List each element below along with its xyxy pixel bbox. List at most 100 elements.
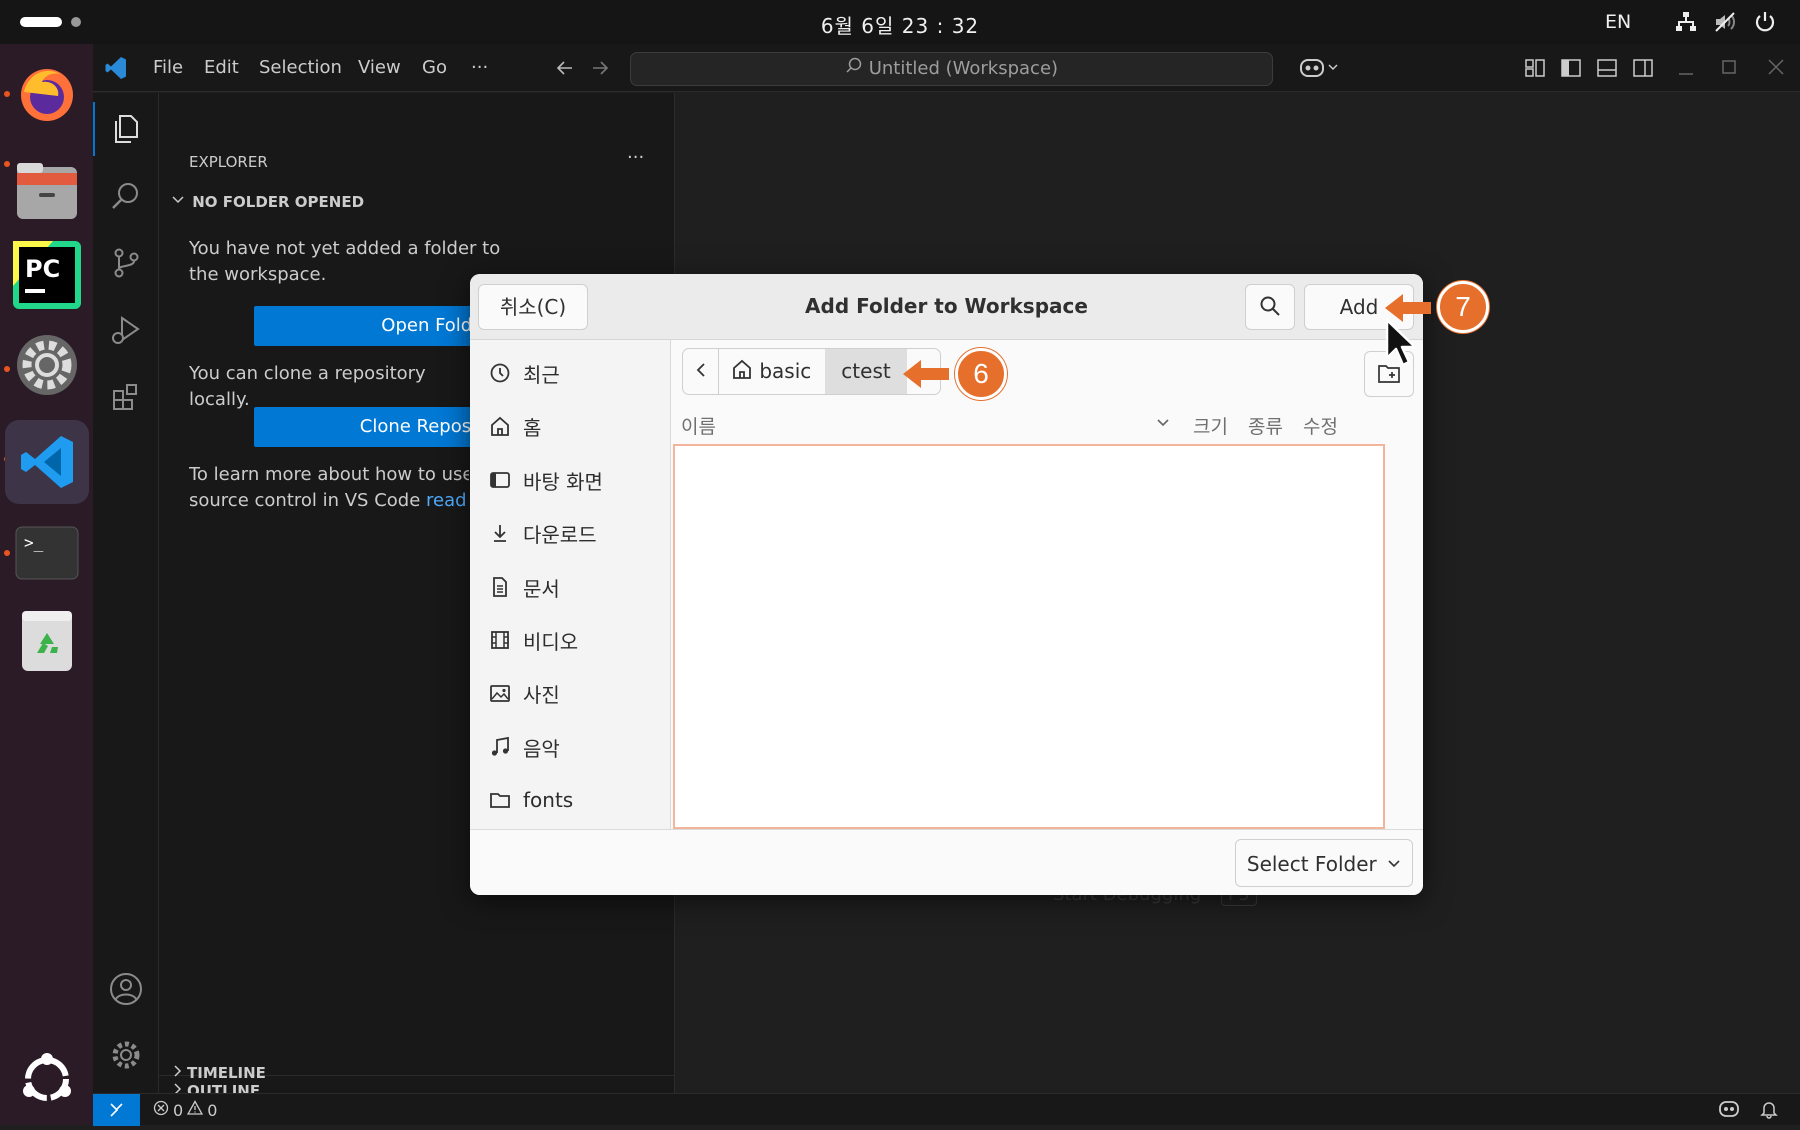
place-music[interactable]: 음악 bbox=[488, 732, 560, 762]
place-label: 문서 bbox=[523, 576, 560, 601]
path-back-button[interactable] bbox=[683, 349, 719, 394]
copilot-icon[interactable] bbox=[1299, 56, 1341, 85]
column-modified[interactable]: 수정 bbox=[1303, 412, 1338, 439]
menu-selection[interactable]: Selection bbox=[259, 57, 342, 78]
place-label: 음악 bbox=[523, 736, 560, 761]
timeline-section[interactable]: TIMELINE bbox=[171, 1064, 266, 1082]
menu-file[interactable]: File bbox=[153, 57, 183, 78]
search-icon bbox=[1259, 296, 1281, 322]
file-list[interactable] bbox=[673, 444, 1385, 829]
show-apps-icon[interactable] bbox=[12, 1044, 82, 1114]
settings-icon[interactable] bbox=[12, 330, 82, 400]
column-name[interactable]: 이름 bbox=[681, 412, 716, 439]
back-arrow-icon[interactable] bbox=[555, 58, 575, 83]
vscode-logo-icon bbox=[104, 56, 128, 85]
place-fonts[interactable]: fonts bbox=[488, 785, 573, 815]
remote-indicator[interactable] bbox=[93, 1094, 140, 1126]
clock[interactable]: 6월 6일 23 : 32 bbox=[0, 10, 1800, 39]
network-icon[interactable] bbox=[1674, 10, 1698, 38]
picture-icon bbox=[488, 681, 512, 705]
power-icon[interactable] bbox=[1753, 10, 1777, 38]
toggle-secondary-sidebar-icon[interactable] bbox=[1633, 58, 1653, 83]
toggle-sidebar-icon[interactable] bbox=[1561, 58, 1581, 83]
input-language[interactable]: EN bbox=[1605, 11, 1631, 33]
forward-arrow-icon[interactable] bbox=[590, 58, 610, 83]
no-folder-section[interactable]: NO FOLDER OPENED bbox=[171, 193, 364, 211]
command-center-label: Untitled (Workspace) bbox=[868, 58, 1059, 79]
filter-select-label: Select Folder bbox=[1246, 852, 1377, 876]
learn-more-line1: To learn more about how to use Gi bbox=[189, 464, 469, 485]
menu-view[interactable]: View bbox=[358, 57, 401, 78]
place-recent[interactable]: 최근 bbox=[488, 358, 560, 388]
chevron-down-icon bbox=[1387, 840, 1401, 886]
chevron-down-icon bbox=[171, 193, 187, 211]
place-desktop[interactable]: 바탕 화면 bbox=[488, 465, 603, 495]
customize-layout-icon[interactable] bbox=[1525, 58, 1545, 83]
video-icon bbox=[488, 628, 512, 652]
menu-more[interactable]: ··· bbox=[471, 57, 488, 78]
annotation-step-6: 6 bbox=[955, 348, 1007, 400]
minimize-icon[interactable] bbox=[1677, 58, 1695, 83]
running-indicator bbox=[4, 161, 10, 167]
running-indicator bbox=[4, 550, 10, 556]
home-icon bbox=[731, 351, 753, 396]
accounts-icon[interactable] bbox=[103, 966, 149, 1012]
vscode-icon[interactable] bbox=[5, 420, 89, 504]
source-control-icon[interactable] bbox=[103, 240, 149, 286]
place-documents[interactable]: 문서 bbox=[488, 572, 560, 602]
places-sidebar: 최근 홈 바탕 화면 다운로드 문서 비디오 사진 음악 fonts bbox=[470, 340, 671, 829]
ubuntu-dock: PC >_ bbox=[0, 44, 93, 1125]
activity-bar bbox=[93, 93, 159, 1093]
title-bar: File Edit Selection View Go ··· Untitled… bbox=[93, 44, 1800, 92]
recent-icon bbox=[488, 361, 512, 385]
download-icon bbox=[488, 521, 512, 545]
column-size[interactable]: 크기 bbox=[1193, 412, 1228, 439]
home-icon bbox=[488, 414, 512, 438]
explorer-more-actions[interactable]: ··· bbox=[627, 147, 644, 168]
extensions-icon[interactable] bbox=[103, 374, 149, 420]
filter-select[interactable]: Select Folder bbox=[1235, 839, 1413, 887]
annotation-step-7: 7 bbox=[1437, 281, 1489, 333]
place-label: 바탕 화면 bbox=[523, 469, 603, 494]
pycharm-icon[interactable]: PC bbox=[12, 240, 82, 310]
maximize-icon[interactable] bbox=[1720, 57, 1738, 82]
place-videos[interactable]: 비디오 bbox=[488, 625, 578, 655]
sort-chevron-down-icon[interactable] bbox=[1155, 414, 1171, 434]
place-pictures[interactable]: 사진 bbox=[488, 678, 560, 708]
run-debug-icon[interactable] bbox=[103, 307, 149, 353]
folder-icon bbox=[488, 788, 512, 812]
running-indicator bbox=[4, 366, 10, 372]
trash-icon[interactable] bbox=[12, 606, 82, 676]
path-crumb-current[interactable]: ctest bbox=[825, 349, 907, 394]
close-icon[interactable] bbox=[1766, 57, 1786, 82]
column-type[interactable]: 종류 bbox=[1248, 412, 1283, 439]
problems-indicator[interactable]: 0 0 bbox=[153, 1100, 217, 1120]
place-label: 사진 bbox=[523, 682, 560, 707]
place-home[interactable]: 홈 bbox=[488, 411, 541, 441]
svg-text:PC: PC bbox=[25, 255, 60, 283]
path-crumb-home[interactable]: basic bbox=[723, 349, 825, 394]
volume-muted-icon[interactable] bbox=[1713, 10, 1737, 38]
clone-message: You can clone a repository locally. bbox=[189, 363, 426, 410]
explorer-icon[interactable] bbox=[103, 106, 149, 152]
annotation-arrow-path bbox=[903, 358, 951, 394]
copilot-status-icon[interactable] bbox=[1718, 1099, 1740, 1123]
notifications-bell-icon[interactable] bbox=[1759, 1099, 1779, 1123]
place-label: 홈 bbox=[523, 415, 542, 440]
place-downloads[interactable]: 다운로드 bbox=[488, 518, 597, 548]
firefox-icon[interactable] bbox=[12, 58, 82, 128]
error-count: 0 bbox=[173, 1100, 184, 1120]
terminal-icon[interactable]: >_ bbox=[12, 518, 82, 588]
files-icon[interactable] bbox=[12, 156, 82, 226]
search-button[interactable] bbox=[1245, 284, 1295, 330]
status-bar: 0 0 bbox=[93, 1093, 1800, 1126]
warning-icon bbox=[187, 1100, 204, 1120]
menu-go[interactable]: Go bbox=[422, 57, 447, 78]
manage-gear-icon[interactable] bbox=[103, 1032, 149, 1078]
search-icon bbox=[845, 53, 863, 85]
menu-edit[interactable]: Edit bbox=[204, 57, 239, 78]
toggle-panel-icon[interactable] bbox=[1597, 58, 1617, 83]
command-center[interactable]: Untitled (Workspace) bbox=[630, 52, 1273, 86]
search-icon[interactable] bbox=[103, 173, 149, 219]
read-our-docs-link[interactable]: read our bbox=[426, 490, 469, 511]
